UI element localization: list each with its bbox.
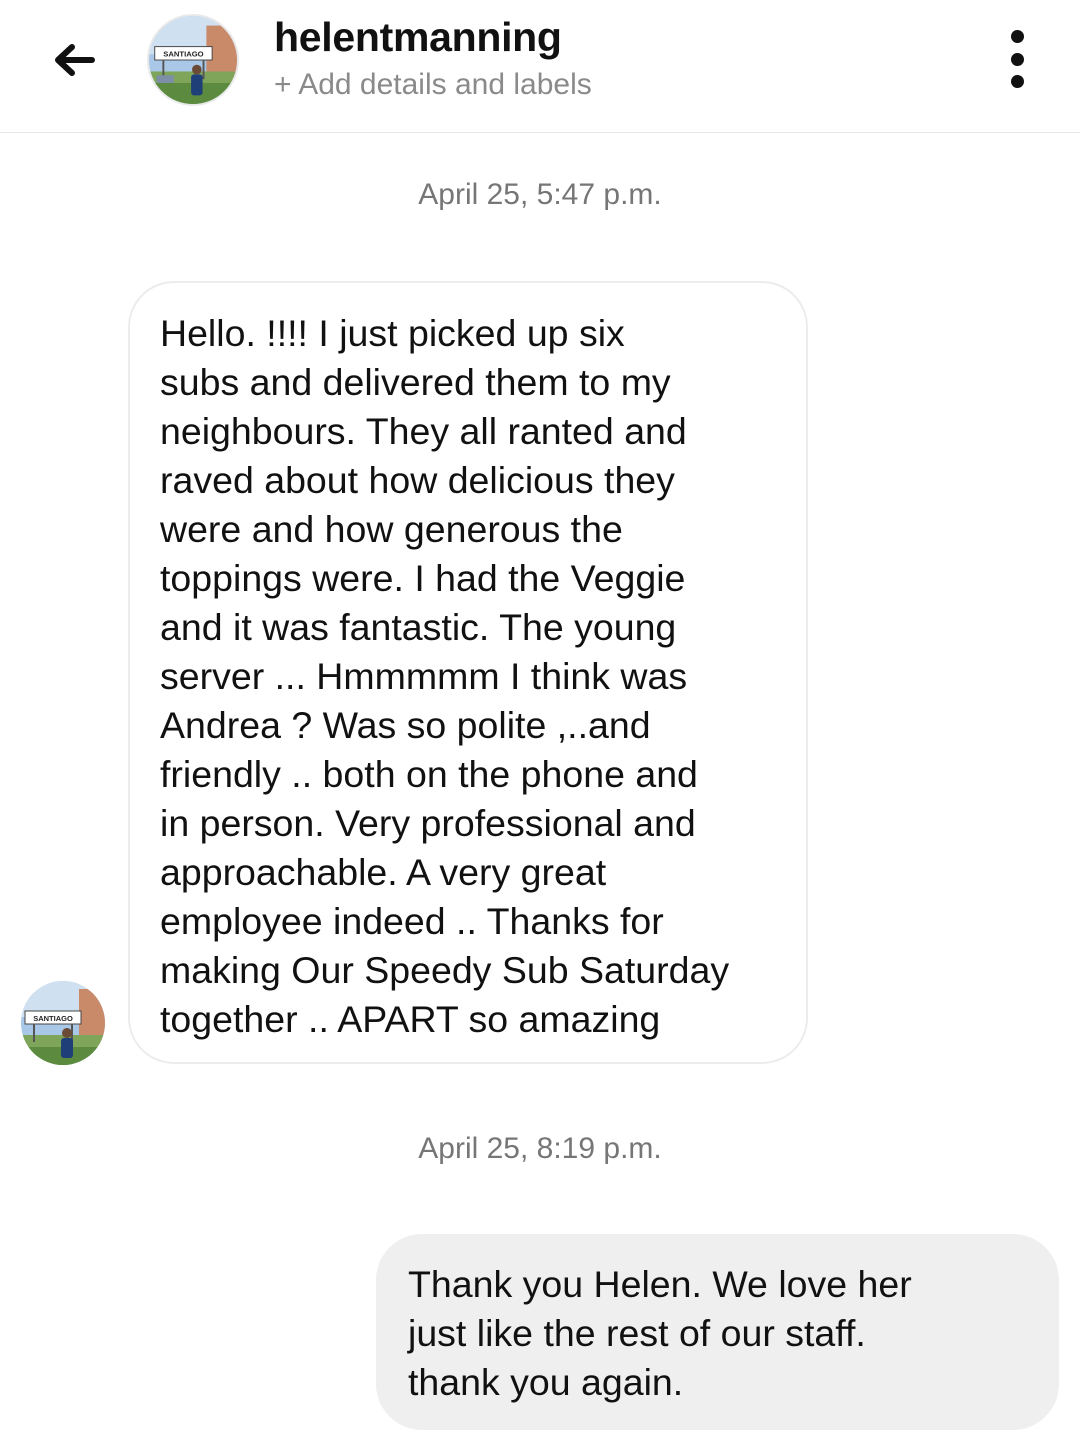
arrow-left-icon: [55, 44, 95, 76]
avatar[interactable]: SANTIAGO: [147, 14, 239, 106]
incoming-message[interactable]: Hello. !!!! I just picked up six subs an…: [128, 281, 808, 1064]
sender-avatar[interactable]: SANTIAGO: [21, 981, 105, 1065]
avatar-sign-text: SANTIAGO: [33, 1014, 73, 1023]
message-timestamp: April 25, 8:19 p.m.: [418, 1132, 662, 1165]
vertical-dots-icon: [1010, 30, 1024, 43]
avatar-sign-text: SANTIAGO: [163, 50, 203, 59]
back-button[interactable]: [44, 30, 104, 90]
username[interactable]: helentmanning: [274, 14, 562, 61]
profile-photo: SANTIAGO: [149, 16, 237, 104]
add-details-link[interactable]: + Add details and labels: [274, 68, 592, 102]
outgoing-message[interactable]: Thank you Helen. We love her just like t…: [376, 1234, 1059, 1430]
chat-header: SANTIAGO helentmanning + Add details and…: [0, 0, 1080, 133]
more-options-button[interactable]: [994, 26, 1040, 92]
profile-photo: SANTIAGO: [21, 981, 105, 1065]
message-timestamp: April 25, 5:47 p.m.: [418, 178, 662, 211]
